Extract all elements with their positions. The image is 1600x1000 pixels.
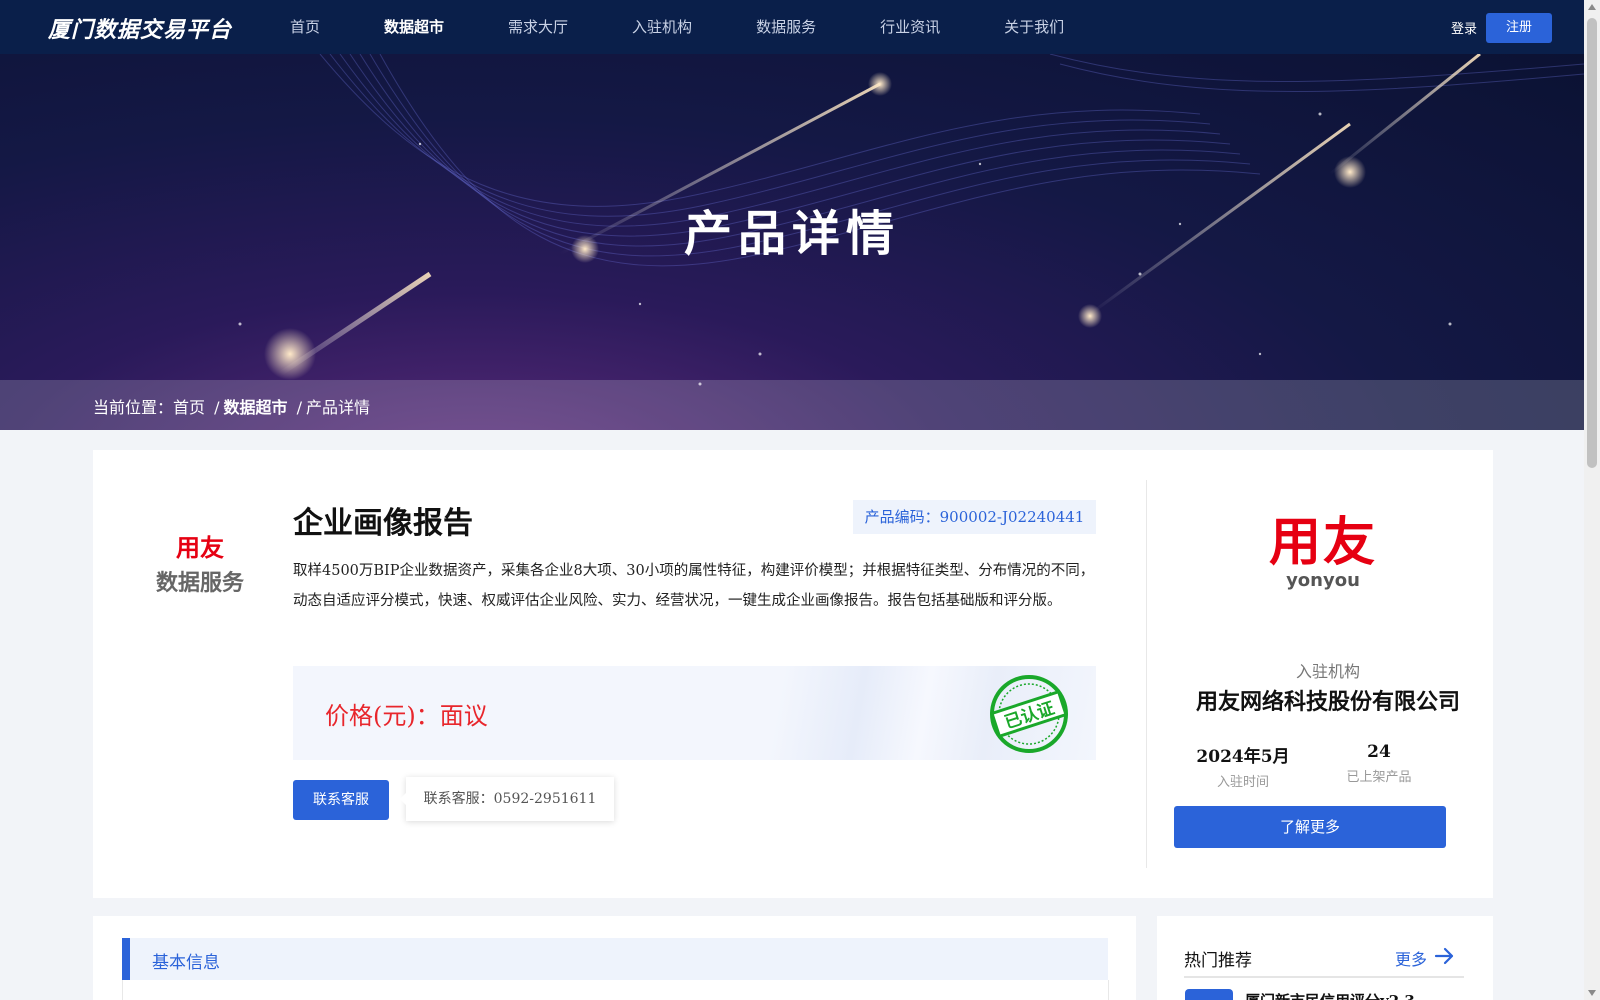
product-logo-line1: 用友	[176, 534, 224, 562]
product-logo-line2: 数据服务	[155, 571, 244, 596]
register-button[interactable]: 注册	[1486, 13, 1552, 43]
hot-recommend-title: 热门推荐	[1184, 951, 1252, 971]
org-join-time-value: 2024年5月	[1196, 747, 1290, 767]
hot-item-title[interactable]: 厦门新市民信用评分v2.3	[1245, 990, 1415, 1000]
price-box: 价格(元)：面议 已认证	[293, 666, 1096, 760]
hot-recommend-divider	[1184, 976, 1464, 978]
basic-info-border	[122, 980, 123, 1000]
basic-info-title: 基本信息	[152, 953, 220, 973]
org-name[interactable]: 用友网络科技股份有限公司	[1173, 684, 1483, 716]
scrollbar-thumb[interactable]	[1587, 18, 1597, 468]
breadcrumb-data-market[interactable]: 数据超市	[224, 398, 288, 417]
certified-stamp-icon: 已认证	[990, 675, 1068, 753]
product-card: 用友 数据服务 企业画像报告 产品编码：900002-J02240441 取样4…	[93, 450, 1493, 898]
nav-item-institutions[interactable]: 入驻机构	[632, 0, 692, 54]
org-logo: 用友 yonyou	[1243, 512, 1403, 622]
org-product-count: 24 已上架产品	[1309, 742, 1449, 785]
login-link[interactable]: 登录	[1451, 18, 1477, 37]
breadcrumb-current: 产品详情	[306, 398, 371, 417]
hot-recommend-panel: 热门推荐 更多 厦门新市民信用评分v2.3	[1157, 916, 1493, 1000]
card-divider	[1146, 480, 1147, 868]
page-scrollbar[interactable]	[1584, 0, 1600, 1000]
org-product-count-value: 24	[1367, 742, 1391, 762]
nav-item-data-market[interactable]: 数据超市	[384, 0, 444, 54]
product-price: 价格(元)：面议	[325, 702, 488, 730]
product-logo: 用友 数据服务	[145, 528, 255, 597]
product-code: 产品编码：900002-J02240441	[853, 500, 1096, 534]
nav-item-home[interactable]: 首页	[290, 0, 320, 54]
page-title: 产品详情	[683, 206, 900, 262]
breadcrumb-separator: /	[214, 398, 220, 417]
org-product-count-label: 已上架产品	[1346, 770, 1412, 785]
org-logo-cn: 用友	[1268, 513, 1377, 573]
org-join-time: 2024年5月 入驻时间	[1173, 742, 1313, 790]
basic-info-border	[1108, 980, 1109, 1000]
hero-banner: 产品详情 当前位置：首页 / 数据超市 / 产品详情	[0, 54, 1584, 430]
nav-item-about-us[interactable]: 关于我们	[1004, 0, 1064, 54]
nav-item-data-services[interactable]: 数据服务	[756, 0, 816, 54]
site-logo[interactable]: 厦门数据交易平台	[48, 12, 232, 44]
product-name: 企业画像报告	[293, 506, 473, 541]
breadcrumb-home[interactable]: 首页	[173, 398, 205, 417]
nav-item-industry-news[interactable]: 行业资讯	[880, 0, 940, 54]
hot-recommend-more-link[interactable]: 更多	[1395, 946, 1427, 970]
hot-item-thumbnail[interactable]	[1185, 989, 1233, 1000]
top-navbar: 厦门数据交易平台 首页 数据超市 需求大厅 入驻机构 数据服务 行业资讯 关于我…	[0, 0, 1584, 54]
scroll-up-arrow-icon[interactable]	[1588, 4, 1596, 10]
breadcrumb-prefix: 当前位置：	[93, 398, 174, 417]
scroll-down-arrow-icon[interactable]	[1588, 990, 1596, 996]
breadcrumb-separator: /	[296, 398, 303, 417]
contact-phone-tooltip: 联系客服：0592-2951611	[400, 777, 614, 821]
basic-info-header: 基本信息	[122, 938, 1108, 980]
contact-service-button[interactable]: 联系客服	[293, 780, 389, 820]
org-label: 入驻机构	[1295, 662, 1360, 681]
basic-info-panel: 基本信息	[93, 916, 1136, 1000]
nav-item-demand-hall[interactable]: 需求大厅	[508, 0, 568, 54]
product-description: 取样4500万BIP企业数据资产，采集各企业8大项、30小项的属性特征，构建评价…	[293, 563, 1095, 609]
learn-more-button[interactable]: 了解更多	[1174, 806, 1446, 848]
main-nav: 首页 数据超市 需求大厅 入驻机构 数据服务 行业资讯 关于我们	[290, 0, 1128, 54]
org-logo-en: yonyou	[1286, 570, 1360, 591]
arrow-right-icon[interactable]	[1434, 946, 1456, 966]
breadcrumb: 当前位置：首页 / 数据超市 / 产品详情	[0, 380, 1584, 430]
org-join-time-label: 入驻时间	[1216, 775, 1269, 790]
